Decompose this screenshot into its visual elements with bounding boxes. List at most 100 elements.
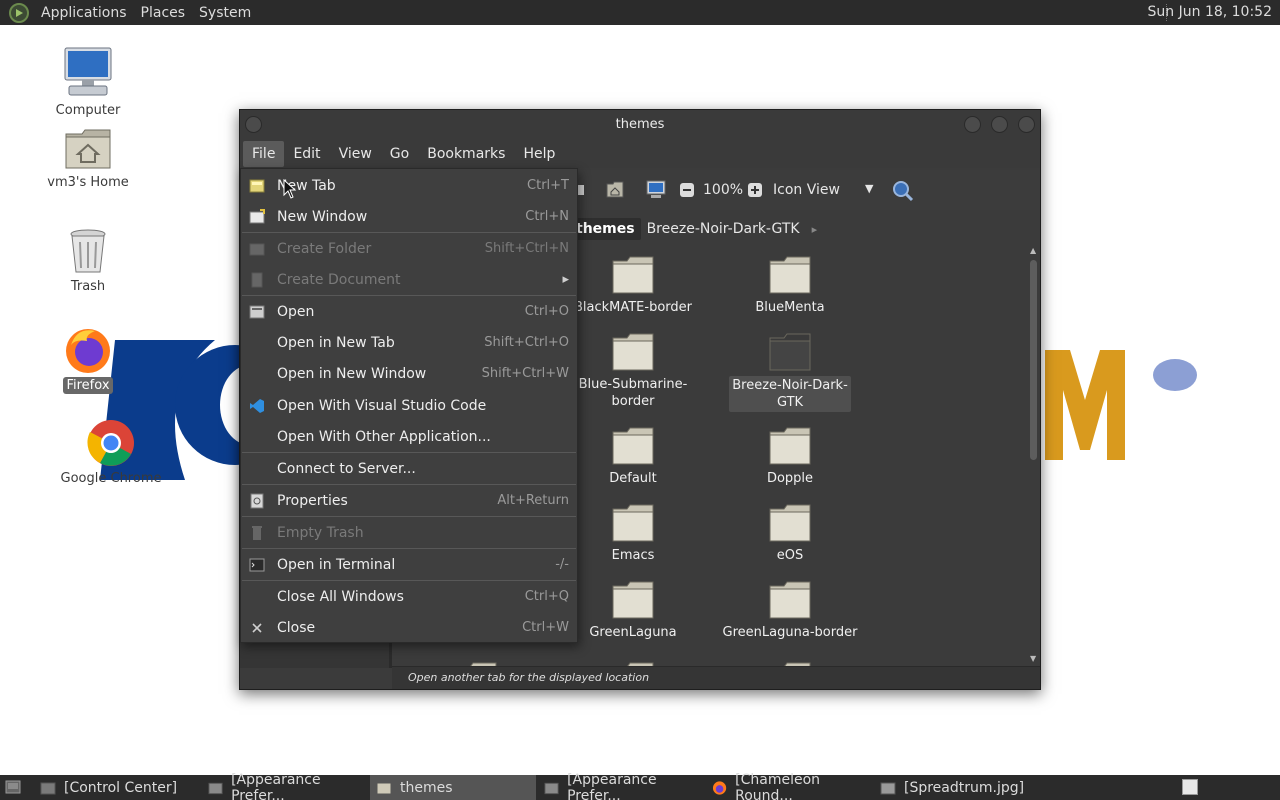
places-menu[interactable]: Places [134,5,193,21]
workspace-switcher[interactable] [1182,779,1198,795]
breadcrumb-themes[interactable]: themes [570,218,641,240]
search-icon[interactable] [892,180,914,202]
zoom-in-icon[interactable] [747,182,763,198]
folder-item-label: BlackMATE-border [573,300,693,315]
folder-item-label: GreenLaguna-border [722,625,858,640]
folder-item[interactable]: GreenLaguna [558,580,708,641]
computer-icon[interactable] [645,180,667,200]
control-center-icon [40,782,56,794]
folder-item-label: Breeze-Noir-Dark- GTK [729,376,851,412]
breadcrumb-next-icon[interactable]: ▸ [806,220,824,239]
mate-logo-icon[interactable] [8,2,30,24]
menu-item-close[interactable]: Close Ctrl+W [241,613,577,643]
menu-item-open-with-other-application[interactable]: Open With Other Application... [241,422,577,452]
folder-icon [769,581,811,619]
desktop-trash[interactable]: Trash [33,228,143,295]
terminal-icon [249,558,265,572]
desktop-icon-label: vm3's Home [47,175,129,190]
menu-item-open-with-visual-studio-code[interactable]: Open With Visual Studio Code [241,391,577,421]
taskbar-button-label: [Spreadtrum.jpg] [904,779,1025,796]
menu-item-label: Empty Trash [277,525,364,541]
menu-file[interactable]: File [243,141,285,167]
menu-item-connect-to-server[interactable]: Connect to Server... [241,454,577,484]
scrollbar[interactable]: ▲ ▼ [1028,246,1040,666]
folder-item[interactable]: Breeze-Noir-Dark- GTK [715,332,865,412]
taskbar-button[interactable]: [Chameleon Round... [706,772,874,800]
breadcrumb-breeze[interactable]: Breeze-Noir-Dark-GTK [641,218,806,240]
folder-item-label: Dopple [766,471,814,486]
desktop-icon-label: Trash [70,279,106,294]
menu-help[interactable]: Help [514,141,564,167]
taskbar-button[interactable]: [Appearance Prefer... [538,772,706,800]
show-desktop-icon[interactable] [5,779,21,795]
menu-item-open-in-new-window[interactable]: Open in New Window Shift+Ctrl+W [241,359,577,389]
system-menu[interactable]: System [192,5,258,21]
menu-item-accelerator: Ctrl+N [525,209,569,224]
menubar: File Edit View Go Bookmarks Help [240,140,1040,168]
scroll-down-icon[interactable]: ▼ [1030,654,1036,663]
menu-item-create-folder: Create Folder Shift+Ctrl+N [241,234,577,264]
menu-item-open-in-terminal[interactable]: Open in Terminal -/- [241,550,577,580]
folder-item[interactable]: Dopple [715,426,865,487]
folder-item[interactable]: GreenLaguna-border [715,580,865,641]
vscode-icon [250,399,264,413]
desktop-icon-label: Google Chrome [60,471,162,486]
folder-icon [376,782,392,794]
appearance-icon [544,782,559,794]
taskbar-button[interactable]: [Spreadtrum.jpg] [874,775,1042,800]
menu-item-close-all-windows[interactable]: Close All Windows Ctrl+Q [241,582,577,612]
folder-item-label: eOS [776,548,804,563]
home-icon[interactable] [605,180,625,200]
new-window-icon [249,209,265,224]
trash-icon [70,229,106,273]
view-mode-select[interactable]: Icon View ▼ [773,182,883,198]
menu-item-new-window[interactable]: New Window Ctrl+N [241,202,577,232]
view-mode-value: Icon View [773,182,840,198]
folder-item[interactable]: Blue-Submarine-border [558,332,708,410]
maximize-button[interactable] [991,116,1008,133]
menu-item-open[interactable]: Open Ctrl+O [241,297,577,327]
folder-icon [769,333,811,371]
applications-menu[interactable]: Applications [34,5,134,21]
folder-item[interactable]: Emacs [558,503,708,564]
folder-icon [769,504,811,542]
status-text: Open another tab for the displayed locat… [408,671,650,684]
scrollbar-thumb[interactable] [1030,260,1037,460]
folder-item[interactable]: eOS [715,503,865,564]
menu-edit[interactable]: Edit [284,141,329,167]
taskbar-button[interactable]: [Control Center] [34,775,202,800]
menu-item-accelerator: Ctrl+T [527,178,569,193]
file-menu: New Tab Ctrl+T New Window Ctrl+N Create Fold… [240,168,578,643]
window-titlebar[interactable]: themes [240,110,1040,140]
menu-bookmarks[interactable]: Bookmarks [418,141,514,167]
folder-item[interactable]: Default [558,426,708,487]
zoom-out-icon[interactable] [679,182,695,198]
window-menu-button[interactable] [245,116,262,133]
desktop-home[interactable]: vm3's Home [33,128,143,191]
folder-item[interactable]: BlueMenta [715,255,865,316]
menu-separator [242,516,576,517]
taskbar-button[interactable]: [Appearance Prefer... [202,772,370,800]
menu-item-accelerator: Shift+Ctrl+N [484,241,569,256]
folder-icon [612,427,654,465]
desktop-chrome[interactable]: Google Chrome [56,418,166,487]
menu-item-accelerator: Ctrl+Q [524,589,569,604]
folder-icon [769,256,811,294]
close-window-button[interactable] [1018,116,1035,133]
menu-item-properties[interactable]: Properties Alt+Return [241,486,577,516]
menu-item-open-in-new-tab[interactable]: Open in New Tab Shift+Ctrl+O [241,328,577,358]
menu-view[interactable]: View [330,141,381,167]
taskbar-button[interactable]: themes [370,775,536,800]
desktop-computer[interactable]: Computer [33,46,143,119]
scroll-up-icon[interactable]: ▲ [1030,246,1036,255]
minimize-button[interactable] [964,116,981,133]
menu-item-empty-trash: Empty Trash [241,518,577,548]
properties-icon [250,493,264,509]
clock[interactable]: Sun Jun 18, 10:52 [1148,4,1272,20]
menu-go[interactable]: Go [381,141,418,167]
statusbar: Open another tab for the displayed locat… [392,666,1040,689]
menu-item-accelerator: Shift+Ctrl+W [481,366,569,381]
folder-icon [612,256,654,294]
folder-item[interactable]: BlackMATE-border [558,255,708,316]
desktop-firefox[interactable]: Firefox [33,325,143,394]
